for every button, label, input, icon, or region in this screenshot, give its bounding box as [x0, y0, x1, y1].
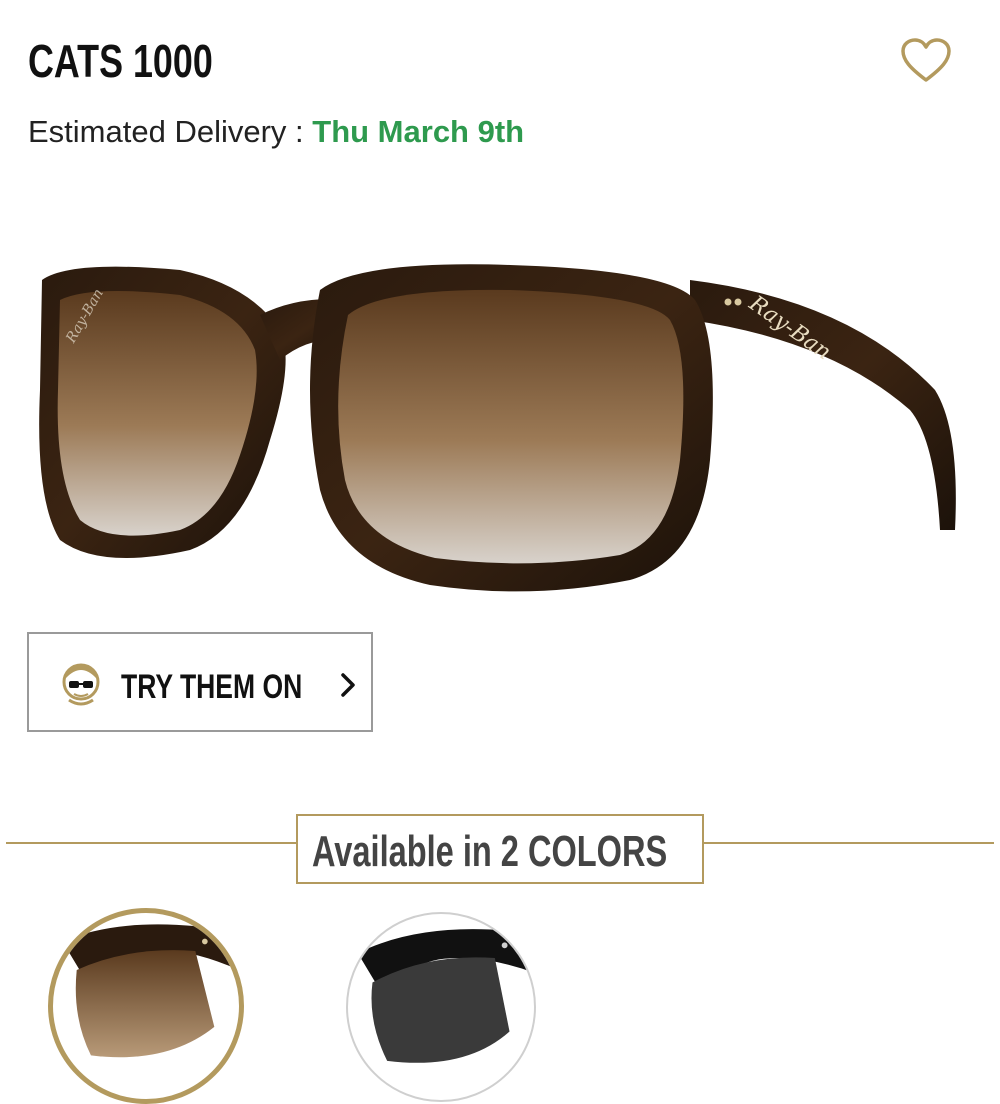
- wishlist-heart-icon[interactable]: [900, 38, 952, 84]
- color-swatch-black[interactable]: [346, 912, 536, 1102]
- product-image: Ray-Ban Ray-Ban: [30, 240, 970, 610]
- delivery-label: Estimated Delivery :: [28, 114, 313, 149]
- colors-heading-box: Available in 2 COLORS: [296, 814, 704, 884]
- estimated-delivery: Estimated Delivery : Thu March 9th: [28, 114, 524, 150]
- face-with-glasses-icon: [61, 662, 101, 706]
- product-title: CATS 1000: [28, 35, 213, 87]
- color-swatch-tortoise[interactable]: [48, 908, 244, 1104]
- delivery-date: Thu March 9th: [312, 114, 525, 149]
- colors-heading: Available in 2 COLORS: [312, 827, 668, 876]
- chevron-right-icon: [339, 672, 357, 698]
- try-them-on-button[interactable]: TRY THEM ON: [27, 632, 373, 732]
- try-them-on-label: TRY THEM ON: [121, 668, 303, 706]
